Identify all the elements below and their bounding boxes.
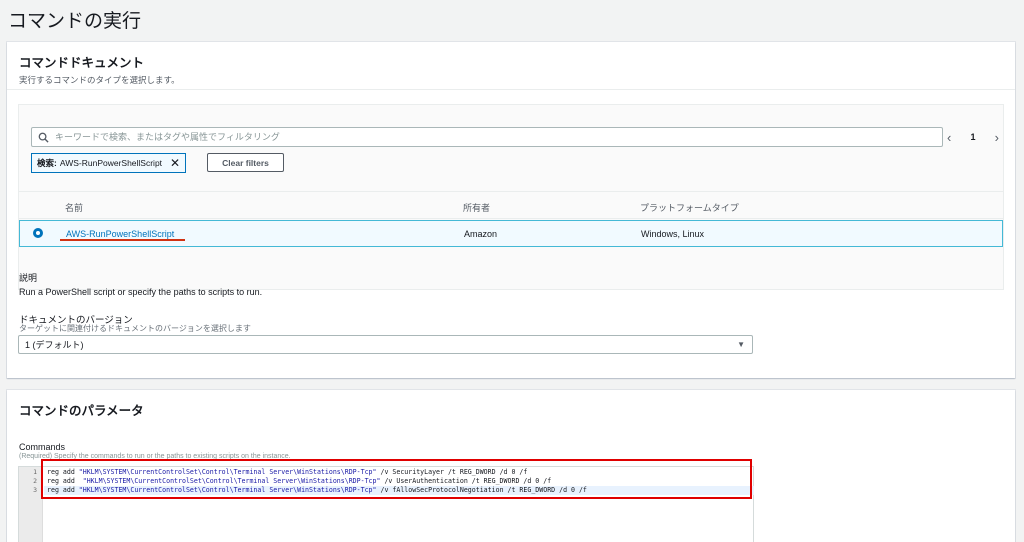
panel-title: コマンドドキュメント xyxy=(19,56,145,70)
column-header-platform[interactable]: プラットフォームタイプ xyxy=(640,201,739,214)
filter-token: 検索: AWS-RunPowerShellScript ✕ xyxy=(31,153,187,173)
filter-token-value: AWS-RunPowerShellScript xyxy=(59,158,163,168)
version-selected-value: 1 (デフォルト) xyxy=(25,340,84,350)
column-header-owner[interactable]: 所有者 xyxy=(463,201,490,214)
prev-page-icon[interactable]: ‹ xyxy=(947,130,951,145)
panel-title: コマンドのパラメータ xyxy=(19,404,144,418)
description-label: 説明 xyxy=(19,273,38,283)
command-parameters-panel: コマンドのパラメータ Commands (Required) Specify t… xyxy=(7,390,1015,542)
filter-token-key: 検索: xyxy=(37,158,57,168)
divider xyxy=(7,89,1015,90)
document-table: ‹ 1 › 検索: AWS-RunPowerShellScript ✕ Clea… xyxy=(18,104,1004,290)
line-number: 1 xyxy=(33,468,37,476)
document-platform: Windows, Linux xyxy=(641,229,705,239)
search-field[interactable] xyxy=(31,127,943,147)
description-text: Run a PowerShell script or specify the p… xyxy=(19,287,263,297)
version-hint: ターゲットに関連付けるドキュメントのバージョンを選択します xyxy=(19,324,251,333)
page-title: コマンドの実行 xyxy=(8,11,142,32)
column-header-name[interactable]: 名前 xyxy=(65,201,83,214)
command-document-panel: コマンドドキュメント 実行するコマンドのタイプを選択します。 ‹ 1 › 検索:… xyxy=(7,42,1015,378)
pagination: ‹ 1 › xyxy=(947,129,999,145)
caret-down-icon: ▼ xyxy=(737,340,745,349)
close-icon[interactable]: ✕ xyxy=(170,157,180,169)
document-owner: Amazon xyxy=(464,229,498,239)
commands-label: Commands xyxy=(19,442,66,452)
search-input[interactable] xyxy=(55,132,905,142)
search-icon xyxy=(38,132,49,143)
next-page-icon[interactable]: › xyxy=(995,130,999,145)
red-annotation-box xyxy=(41,459,752,499)
panel-description: 実行するコマンドのタイプを選択します。 xyxy=(19,75,180,85)
line-number: 2 xyxy=(33,477,37,485)
row-radio-button[interactable] xyxy=(33,228,43,238)
table-header: 名前 所有者 プラットフォームタイプ xyxy=(19,191,1003,219)
red-annotation-underline xyxy=(60,239,185,241)
table-row[interactable]: AWS-RunPowerShellScript Amazon Windows, … xyxy=(19,220,1003,247)
clear-filters-button[interactable]: Clear filters xyxy=(207,153,284,172)
line-number: 3 xyxy=(33,486,37,494)
document-name-link[interactable]: AWS-RunPowerShellScript xyxy=(66,229,174,239)
version-select[interactable]: 1 (デフォルト) ▼ xyxy=(18,335,753,354)
line-number-gutter: 1 2 3 xyxy=(19,467,43,542)
page-number[interactable]: 1 xyxy=(970,132,975,142)
